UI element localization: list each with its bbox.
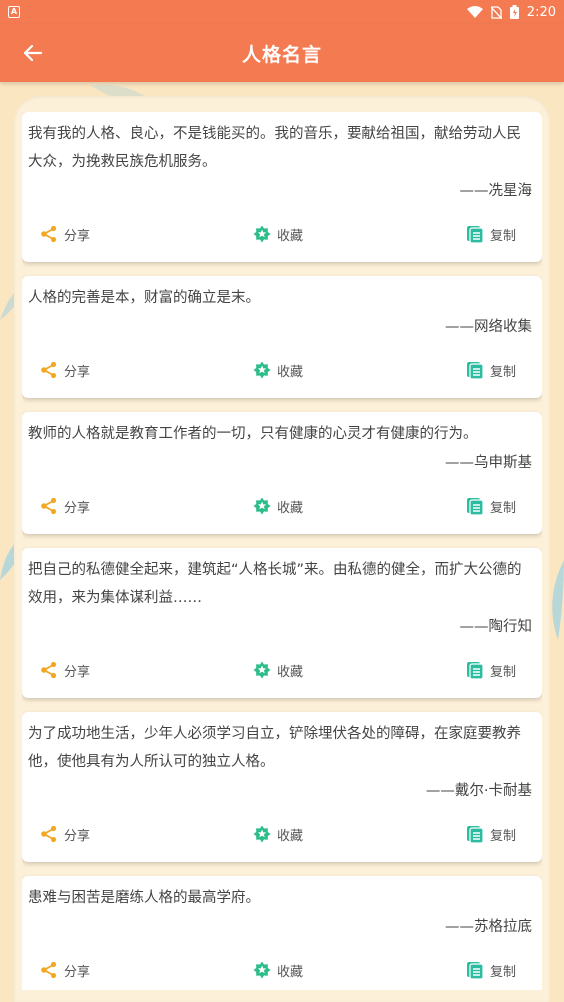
copy-button[interactable]: 复制 <box>466 661 516 680</box>
quote-text: 把自己的私德健全起来，建筑起“人格长城”来。由私德的健全，而扩大公德的效用，来为… <box>28 562 522 606</box>
share-button[interactable]: 分享 <box>40 361 90 380</box>
copy-label: 复制 <box>489 500 516 516</box>
quote-actions: 分享 收藏 复制 <box>28 942 534 990</box>
quote-author: ——陶行知 <box>459 619 533 635</box>
quote-card: 人格的完善是本，财富的确立是末。 ——网络收集分享 收藏 复制 <box>22 276 542 398</box>
quote-text: 患难与困苦是磨练人格的最高学府。 <box>28 890 260 906</box>
status-left: A <box>8 6 20 18</box>
share-label: 分享 <box>64 228 91 244</box>
copy-label: 复制 <box>489 228 516 244</box>
status-time: 2:20 <box>526 4 556 20</box>
back-button[interactable] <box>18 38 48 68</box>
share-icon <box>41 661 57 679</box>
quote-actions: 分享 收藏 复制 <box>28 342 534 398</box>
arrow-left-icon <box>24 45 42 61</box>
share-icon <box>41 961 57 979</box>
share-label: 分享 <box>64 828 91 844</box>
quote-actions: 分享 收藏 复制 <box>28 206 534 262</box>
collect-button[interactable]: 收藏 <box>253 961 303 980</box>
share-icon <box>41 361 57 379</box>
collect-label: 收藏 <box>276 664 303 680</box>
share-label: 分享 <box>64 364 91 380</box>
collect-icon <box>253 497 271 515</box>
wifi-icon <box>466 6 483 18</box>
quote-actions: 分享 收藏 复制 <box>28 642 534 698</box>
share-button[interactable]: 分享 <box>40 825 90 844</box>
collect-icon <box>253 961 271 979</box>
quote-text: 我有我的人格、良心，不是钱能买的。我的音乐，要献给祖国，献给劳动人民大众，为挽救… <box>28 126 521 170</box>
copy-label: 复制 <box>489 364 516 380</box>
status-right: 2:20 <box>466 4 556 20</box>
copy-icon <box>466 662 484 679</box>
collect-label: 收藏 <box>276 500 303 516</box>
quote-card: 我有我的人格、良心，不是钱能买的。我的音乐，要献给祖国，献给劳动人民大众，为挽救… <box>22 112 542 262</box>
share-button[interactable]: 分享 <box>40 497 90 516</box>
copy-label: 复制 <box>489 828 516 844</box>
collect-button[interactable]: 收藏 <box>253 361 303 380</box>
collect-button[interactable]: 收藏 <box>253 497 303 516</box>
copy-button[interactable]: 复制 <box>466 825 516 844</box>
collect-button[interactable]: 收藏 <box>253 225 303 244</box>
quote-author: ——乌申斯基 <box>445 455 532 471</box>
collect-icon <box>253 361 271 379</box>
collect-button[interactable]: 收藏 <box>253 661 303 680</box>
quote-text: 教师的人格就是教育工作者的一切，只有健康的心灵才有健康的行为。 <box>28 426 478 442</box>
quote-card: 患难与困苦是磨练人格的最高学府。 ——苏格拉底分享 收藏 复制 <box>22 876 542 990</box>
share-label: 分享 <box>64 664 91 680</box>
copy-icon <box>466 498 484 515</box>
collect-label: 收藏 <box>276 228 303 244</box>
copy-button[interactable]: 复制 <box>466 225 516 244</box>
app-bar: 人格名言 <box>0 24 564 82</box>
quote-card: 教师的人格就是教育工作者的一切，只有健康的心灵才有健康的行为。 ——乌申斯基分享 收… <box>22 412 542 534</box>
share-button[interactable]: 分享 <box>40 961 90 980</box>
page-title: 人格名言 <box>241 43 322 66</box>
collect-icon <box>253 661 271 679</box>
copy-label: 复制 <box>489 664 516 680</box>
share-icon <box>41 825 57 843</box>
share-button[interactable]: 分享 <box>40 225 90 244</box>
copy-button[interactable]: 复制 <box>466 961 516 980</box>
quote-card: 为了成功地生活，少年人必须学习自立，铲除埋伏各处的障碍，在家庭要教养他，使他具有… <box>22 712 542 862</box>
quote-author: ——冼星海 <box>459 183 533 199</box>
battery-icon <box>509 5 519 19</box>
quote-actions: 分享 收藏 复制 <box>28 478 534 534</box>
quote-list: 我有我的人格、良心，不是钱能买的。我的音乐，要献给祖国，献给劳动人民大众，为挽救… <box>22 112 542 990</box>
copy-icon <box>466 362 484 379</box>
quote-text: 为了成功地生活，少年人必须学习自立，铲除埋伏各处的障碍，在家庭要教养他，使他具有… <box>28 726 521 770</box>
copy-icon <box>466 962 484 979</box>
quote-actions: 分享 收藏 复制 <box>28 806 534 862</box>
status-bar: A 2:20 <box>0 0 564 24</box>
collect-label: 收藏 <box>276 364 303 380</box>
app-notification-icon: A <box>8 6 20 18</box>
copy-button[interactable]: 复制 <box>466 497 516 516</box>
collect-icon <box>253 825 271 843</box>
copy-icon <box>466 826 484 843</box>
share-label: 分享 <box>64 500 91 516</box>
share-label: 分享 <box>64 964 91 980</box>
copy-button[interactable]: 复制 <box>466 361 516 380</box>
share-icon <box>41 225 57 243</box>
collect-icon <box>253 225 271 243</box>
quote-author: ——苏格拉底 <box>445 919 532 935</box>
share-icon <box>41 497 57 515</box>
collect-label: 收藏 <box>276 828 303 844</box>
collect-button[interactable]: 收藏 <box>253 825 303 844</box>
quote-author: ——戴尔·卡耐基 <box>425 783 532 799</box>
quote-author: ——网络收集 <box>445 319 532 335</box>
copy-label: 复制 <box>489 964 516 980</box>
quote-card: 把自己的私德健全起来，建筑起“人格长城”来。由私德的健全，而扩大公德的效用，来为… <box>22 548 542 698</box>
copy-icon <box>466 226 484 243</box>
share-button[interactable]: 分享 <box>40 661 90 680</box>
quote-text: 人格的完善是本，财富的确立是末。 <box>28 290 260 306</box>
collect-label: 收藏 <box>276 964 303 980</box>
no-sim-icon <box>490 5 502 19</box>
